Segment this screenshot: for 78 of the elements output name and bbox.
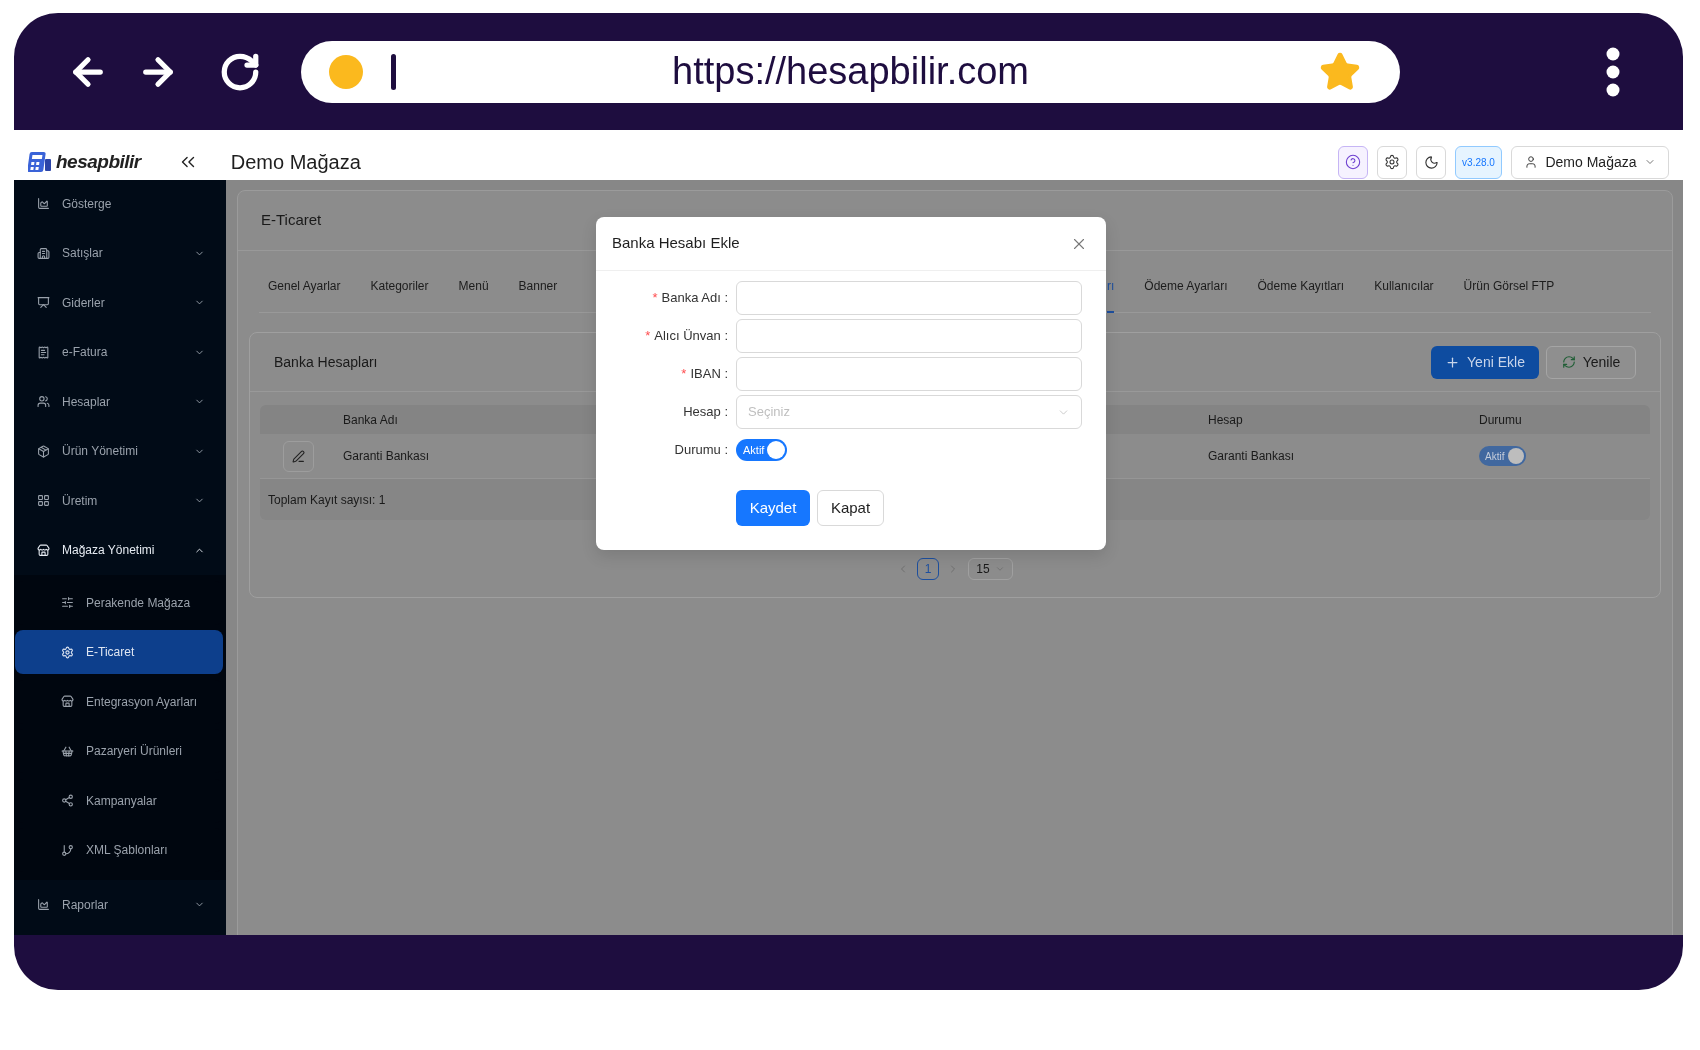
receipt-icon [37,345,50,359]
help-button[interactable] [1338,145,1368,179]
user-icon [1524,155,1539,169]
circular-arrows-icon [1561,355,1576,369]
text-input[interactable] [736,319,1082,353]
close-button[interactable]: Kapat [817,490,884,526]
field-label: Durumu : [674,441,728,460]
page-size-select[interactable]: 15 [968,558,1013,580]
tab[interactable]: Kategoriler [370,251,429,313]
sidebar-item[interactable]: Ürün Yönetimi [14,426,226,476]
user-menu-button[interactable]: Demo Mağaza [1511,145,1669,179]
page-title: Demo Mağaza [230,150,361,175]
dialog-title: Banka Hesabı Ekle [612,233,740,254]
building-icon [37,246,50,260]
field-label: * Banka Adı : [652,289,728,308]
sidebar-item[interactable]: Satışlar [14,228,226,278]
store-icon [37,543,50,557]
column-header: Durumu [1479,412,1522,427]
sidebar-item[interactable]: Giderler [14,278,226,328]
tab[interactable]: Menü [458,251,489,313]
store-icon [61,695,74,709]
version-label: v3.28.0 [1455,145,1502,179]
help-icon [1345,154,1361,170]
submenu-item[interactable]: E-Ticaret [15,630,223,675]
sliders-icon [61,596,74,610]
basket-icon [61,744,74,758]
sidebar-item[interactable]: Gösterge [14,180,226,229]
grid-icon [37,494,50,508]
star-icon[interactable] [1319,50,1361,93]
sidebar-item[interactable]: Mağaza Yönetimi [14,525,226,575]
tab[interactable]: Genel Ayarlar [268,251,341,313]
sidebar-item[interactable]: Raporlar [14,880,226,930]
column-header: Hesap [1208,412,1243,427]
panel-title: Banka Hesapları [274,352,378,372]
column-header: Banka Adı [343,412,398,427]
edit-button[interactable] [283,440,314,472]
tab[interactable]: Ödeme Ayarları [1144,251,1228,313]
area-chart-icon [37,898,50,912]
plus-icon [1445,354,1461,370]
gear-icon [61,645,74,659]
sidebar-item[interactable]: Hesaplar [14,377,226,427]
text-cursor-icon [391,53,396,90]
save-button[interactable]: Kaydet [736,490,810,526]
status-switch[interactable]: Aktif [1479,446,1526,466]
share-icon [61,794,74,808]
pen-icon [292,449,305,463]
record-count-text: Toplam Kayıt sayısı: 1 [268,491,386,509]
area-chart-icon [37,197,50,211]
settings-icon [1384,154,1400,170]
text-input[interactable] [736,281,1082,315]
theme-button[interactable] [1416,145,1446,179]
menu-icon[interactable] [1606,46,1620,97]
field-label: * IBAN : [681,365,728,384]
card-title: E-Ticaret [261,210,322,231]
table-cell: Garanti Bankası [1208,449,1295,463]
tab[interactable]: Ödeme Kayıtları [1257,251,1345,313]
logo-text: hesapbilir [56,149,141,174]
presentation-board-icon [37,296,50,310]
settings-button[interactable] [1377,145,1407,179]
tab[interactable]: Banner [518,251,558,313]
add-button[interactable]: Yeni Ekle [1431,345,1539,379]
field-label: * Alıcı Ünvan : [645,327,728,346]
users-icon [37,395,50,409]
sidebar-item[interactable]: Üretim [14,476,226,526]
moon-icon [1423,154,1439,170]
text-input[interactable] [736,357,1082,391]
tab[interactable]: Kullanıcılar [1374,251,1434,313]
branch-icon [61,843,74,857]
refresh-button[interactable]: Yenile [1546,345,1636,379]
tab[interactable]: Ürün Görsel FTP [1463,251,1555,313]
field-label: Hesap : [683,403,728,422]
calculator-icon [28,151,52,173]
sidebar-item[interactable]: e-Fatura [14,327,226,377]
box-icon [37,444,50,458]
address-bar[interactable]: https://hesapbilir.com [301,40,1400,103]
url-text: https://hesapbilir.com [672,49,1029,94]
table-cell: Garanti Bankası [343,449,430,463]
status-switch[interactable]: Aktif [736,439,787,461]
